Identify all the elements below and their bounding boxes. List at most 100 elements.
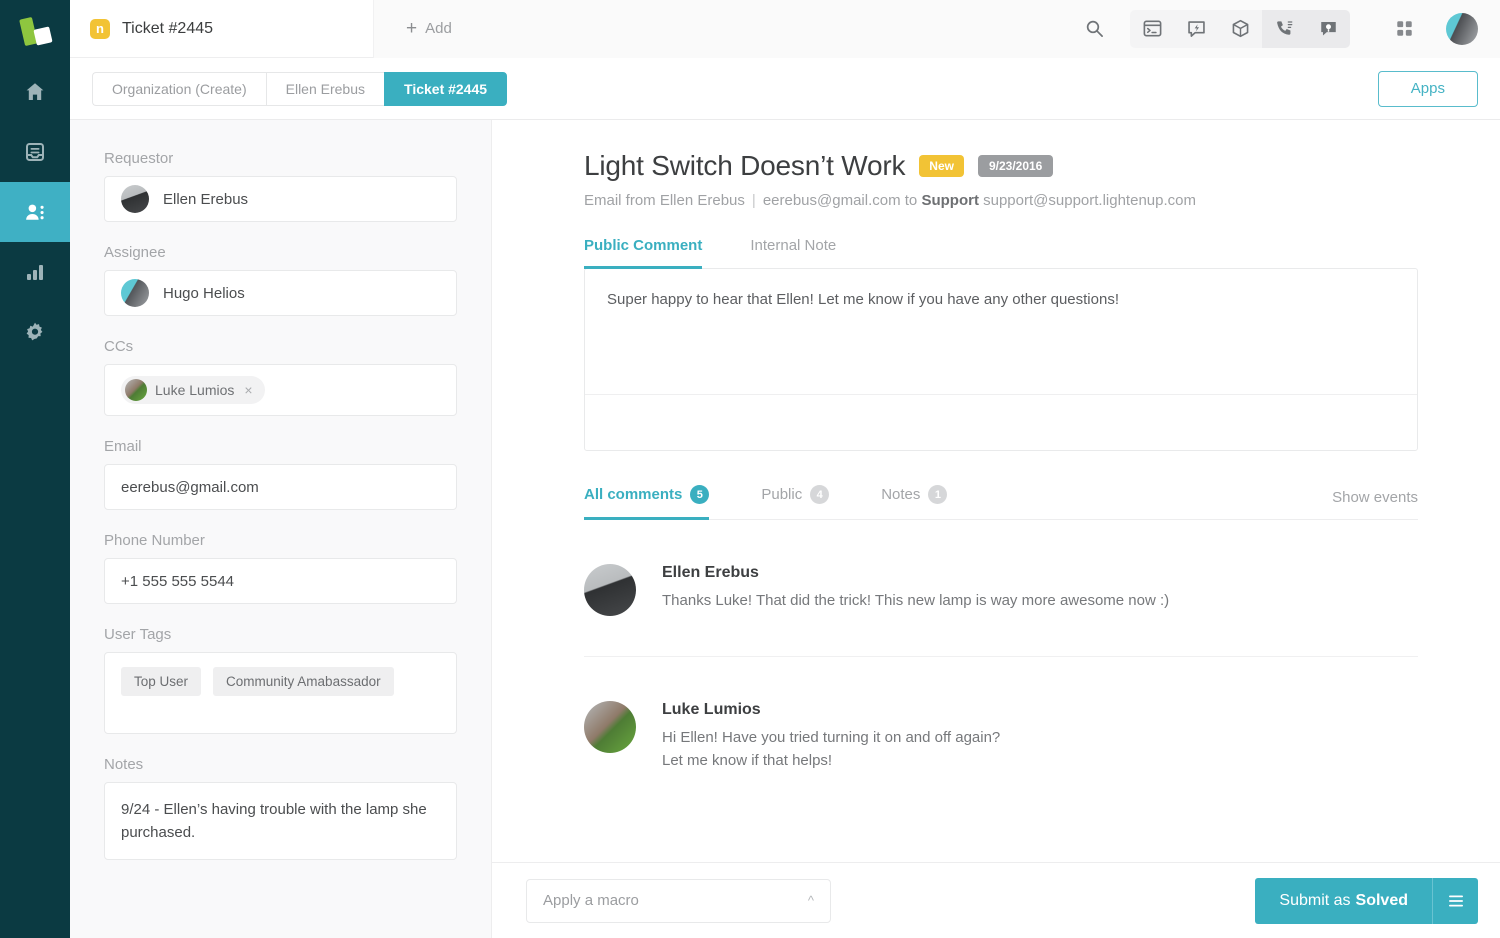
cc-chip-label: Luke Lumios: [155, 382, 234, 398]
submit-options-button[interactable]: [1432, 878, 1478, 924]
breadcrumb-item-ticket[interactable]: Ticket #2445: [384, 72, 507, 106]
ticket-properties-panel: Requestor Ellen Erebus Assignee Hugo Hel…: [70, 120, 492, 938]
logo-mark-icon: [17, 17, 53, 47]
requestor-value: Ellen Erebus: [163, 191, 248, 208]
lightning-chat-button[interactable]: [1174, 10, 1218, 48]
notes-label: Notes: [104, 756, 457, 773]
box-button[interactable]: [1218, 10, 1262, 48]
assignee-input[interactable]: Hugo Helios: [104, 270, 457, 316]
tab-public-comment[interactable]: Public Comment: [584, 237, 702, 269]
user-avatar[interactable]: [1446, 13, 1478, 45]
comment-author: Luke Lumios: [662, 701, 1000, 719]
logo-white-square: [33, 26, 52, 45]
chevron-up-icon: ^: [808, 893, 814, 908]
active-window-tab[interactable]: n Ticket #2445: [70, 0, 373, 58]
comment-author: Ellen Erebus: [662, 564, 1169, 582]
tab-public-count: 4: [810, 485, 829, 504]
window-tab-label: Ticket #2445: [122, 20, 213, 38]
message-button[interactable]: [1306, 10, 1350, 48]
ticket-header: Light Switch Doesn’t Work New 9/23/2016: [584, 150, 1418, 182]
plus-icon: +: [406, 19, 417, 38]
ticket-sub-from: Email from Ellen Erebus: [584, 192, 745, 209]
ccs-label: CCs: [104, 338, 457, 355]
sidebar-item-home[interactable]: [0, 62, 70, 122]
field-user-tags: User Tags Top User Community Amabassador: [104, 626, 457, 734]
tab-public[interactable]: Public 4: [761, 485, 829, 520]
field-requestor: Requestor Ellen Erebus: [104, 150, 457, 222]
ticket-sub-email: eerebus@gmail.com to: [763, 192, 917, 209]
sidebar-item-settings[interactable]: [0, 302, 70, 362]
user-tags-input[interactable]: Top User Community Amabassador: [104, 652, 457, 734]
apps-grid-button[interactable]: [1382, 10, 1426, 48]
comment-input[interactable]: Super happy to hear that Ellen! Let me k…: [585, 269, 1417, 394]
breadcrumb-item-organization[interactable]: Organization (Create): [92, 72, 266, 106]
home-icon: [23, 80, 47, 104]
list-item: Ellen Erebus Thanks Luke! That did the t…: [584, 520, 1418, 657]
ccs-input[interactable]: Luke Lumios ×: [104, 364, 457, 416]
app-favicon-badge: n: [90, 19, 110, 39]
requestor-label: Requestor: [104, 150, 457, 167]
show-events-link[interactable]: Show events: [1332, 489, 1418, 519]
sidebar-item-reports[interactable]: [0, 242, 70, 302]
grid-icon: [1395, 19, 1414, 38]
requestor-avatar: [121, 185, 149, 213]
page-title: Light Switch Doesn’t Work: [584, 150, 905, 182]
cc-chip[interactable]: Luke Lumios ×: [121, 376, 265, 404]
console-button[interactable]: [1130, 10, 1174, 48]
sidebar-item-views[interactable]: [0, 122, 70, 182]
notes-textarea[interactable]: 9/24 - Ellen’s having trouble with the l…: [104, 782, 457, 860]
phone-button[interactable]: [1262, 10, 1306, 48]
tab-notes[interactable]: Notes 1: [881, 485, 947, 520]
lightning-chat-icon: [1186, 18, 1207, 39]
ticket-scroll-area: Light Switch Doesn’t Work New 9/23/2016 …: [492, 120, 1500, 862]
field-ccs: CCs Luke Lumios ×: [104, 338, 457, 416]
user-tag[interactable]: Community Amabassador: [213, 667, 394, 696]
ticket-action-bar: Apply a macro ^ Submit as Solved: [492, 862, 1500, 938]
tab-all-comments-label: All comments: [584, 486, 682, 503]
primary-nav-rail: [0, 0, 70, 938]
apps-button[interactable]: Apps: [1378, 71, 1478, 107]
app-root: n Ticket #2445 + Add: [0, 0, 1500, 938]
sidebar-item-customers[interactable]: [0, 182, 70, 242]
phone-field[interactable]: +1 555 555 5544: [104, 558, 457, 604]
add-tab-button[interactable]: + Add: [406, 19, 452, 38]
comment-text: Hi Ellen! Have you tried turning it on a…: [662, 726, 1000, 749]
assignee-avatar: [121, 279, 149, 307]
email-value: eerebus@gmail.com: [121, 479, 259, 496]
email-field[interactable]: eerebus@gmail.com: [104, 464, 457, 510]
requestor-input[interactable]: Ellen Erebus: [104, 176, 457, 222]
submit-state: Solved: [1356, 892, 1408, 910]
ticket-sub-separator: |: [752, 192, 756, 209]
date-badge: 9/23/2016: [978, 155, 1053, 177]
user-tag[interactable]: Top User: [121, 667, 201, 696]
close-icon[interactable]: ×: [244, 382, 252, 398]
editor-toolbar[interactable]: [585, 394, 1417, 450]
macro-select[interactable]: Apply a macro ^: [526, 879, 831, 923]
add-tab-label: Add: [425, 20, 452, 37]
tool-icon-group: [1130, 10, 1350, 48]
comment-text: Thanks Luke! That did the trick! This ne…: [662, 589, 1169, 612]
hamburger-icon: [1447, 893, 1465, 909]
ticket-sub-to-email: support@support.lightenup.com: [983, 192, 1196, 209]
tab-all-comments[interactable]: All comments 5: [584, 485, 709, 520]
phone-value: +1 555 555 5544: [121, 573, 234, 590]
submit-button[interactable]: Submit as Solved: [1255, 878, 1432, 924]
search-button[interactable]: [1072, 10, 1116, 48]
top-bar-actions: [1072, 0, 1500, 58]
box-icon: [1230, 18, 1251, 39]
comment-body-wrap: Luke Lumios Hi Ellen! Have you tried tur…: [662, 701, 1000, 773]
inbox-icon: [23, 140, 47, 164]
user-tags-label: User Tags: [104, 626, 457, 643]
assignee-label: Assignee: [104, 244, 457, 261]
app-logo[interactable]: [0, 2, 70, 62]
ticket-sub-to-name: Support: [921, 192, 979, 209]
field-email: Email eerebus@gmail.com: [104, 438, 457, 510]
gear-icon: [23, 320, 47, 344]
breadcrumb-item-user[interactable]: Ellen Erebus: [266, 72, 384, 106]
breadcrumb-tab-strip: Organization (Create) Ellen Erebus Ticke…: [70, 58, 1500, 120]
cc-chip-avatar: [125, 379, 147, 401]
phone-label: Phone Number: [104, 532, 457, 549]
breadcrumb: Organization (Create) Ellen Erebus Ticke…: [92, 72, 507, 106]
submit-prefix: Submit as: [1279, 892, 1350, 910]
tab-internal-note[interactable]: Internal Note: [750, 237, 836, 269]
